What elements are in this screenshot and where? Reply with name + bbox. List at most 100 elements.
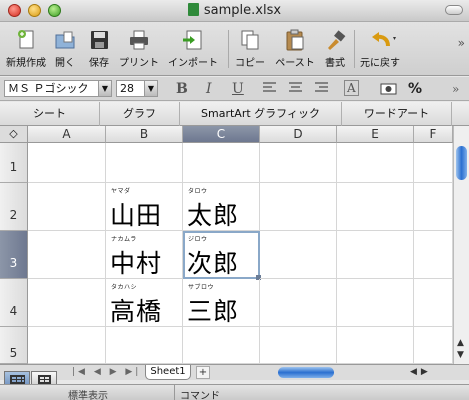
- furigana: ヤマダ: [111, 188, 131, 195]
- cell-a5[interactable]: [28, 327, 106, 364]
- row-header-3[interactable]: 3: [0, 231, 28, 279]
- cell-f3[interactable]: [414, 231, 453, 279]
- toolbar-overflow-icon[interactable]: »: [458, 36, 465, 50]
- font-name-select[interactable]: ＭＳ Ｐゴシック ▼: [4, 80, 112, 97]
- select-all-corner[interactable]: ◇: [0, 126, 28, 143]
- cell-value: 山田: [110, 201, 163, 230]
- cell-c4[interactable]: サブロウ 三郎: [183, 279, 260, 327]
- cell-b5[interactable]: [106, 327, 183, 364]
- font-size-select[interactable]: 28 ▼: [116, 80, 158, 97]
- print-button[interactable]: プリント: [116, 24, 162, 69]
- cell-a4[interactable]: [28, 279, 106, 327]
- sheet-tab-bar: |◀ ◀ ▶ ▶| Sheet1 + ◀▶: [0, 364, 469, 380]
- align-left-icon[interactable]: [262, 81, 278, 99]
- cell-f2[interactable]: [414, 183, 453, 231]
- cell-f4[interactable]: [414, 279, 453, 327]
- cell-e5[interactable]: [337, 327, 414, 364]
- paste-button[interactable]: ペースト: [272, 24, 318, 69]
- percent-button[interactable]: %: [408, 81, 422, 97]
- column-header-b[interactable]: B: [106, 126, 183, 143]
- sheet-tab-sheet1[interactable]: Sheet1: [145, 365, 191, 380]
- cell-d3[interactable]: [260, 231, 337, 279]
- new-document-button[interactable]: 新規作成: [4, 24, 48, 69]
- cell-c5[interactable]: [183, 327, 260, 364]
- tab-smartart[interactable]: SmartArt グラフィック: [180, 102, 342, 126]
- horizontal-scroll-arrows-icon[interactable]: ◀▶: [410, 367, 432, 377]
- view-mode-label: 標準表示: [68, 391, 108, 400]
- cell-b4[interactable]: タカハシ 高橋: [106, 279, 183, 327]
- standard-toolbar: 新規作成 開く 保存 プリント インポート コピー ペースト 書式 元に戻す »: [0, 22, 469, 76]
- tab-chart[interactable]: グラフ: [100, 102, 180, 126]
- cell-f1[interactable]: [414, 143, 453, 183]
- underline-button[interactable]: U: [232, 81, 244, 97]
- cell-d2[interactable]: [260, 183, 337, 231]
- cell-d5[interactable]: [260, 327, 337, 364]
- cell-a2[interactable]: [28, 183, 106, 231]
- currency-format-icon[interactable]: [380, 81, 398, 101]
- bold-button[interactable]: B: [176, 81, 188, 97]
- furigana: タカハシ: [111, 284, 138, 291]
- cell-value: 中村: [110, 249, 163, 278]
- undo-button[interactable]: 元に戻す: [356, 24, 404, 69]
- align-right-icon[interactable]: [314, 81, 330, 99]
- status-divider: [174, 385, 175, 400]
- italic-button[interactable]: I: [206, 81, 212, 97]
- cell-e1[interactable]: [337, 143, 414, 183]
- window-title: sample.xlsx: [0, 3, 469, 18]
- cell-b1[interactable]: [106, 143, 183, 183]
- page-layout-icon: [38, 375, 51, 384]
- cell-e2[interactable]: [337, 183, 414, 231]
- tab-sheet[interactable]: シート: [0, 102, 100, 126]
- cell-value: 高橋: [110, 297, 163, 326]
- cell-d4[interactable]: [260, 279, 337, 327]
- cell-c3-active[interactable]: ジロウ 次郎: [183, 231, 261, 280]
- new-document-icon: [14, 28, 38, 52]
- copy-button[interactable]: コピー: [232, 24, 268, 69]
- vertical-scrollbar[interactable]: ▲ ▼: [453, 126, 469, 364]
- chevron-down-icon[interactable]: ▼: [98, 81, 111, 96]
- row-header-4[interactable]: 4: [0, 279, 28, 327]
- cell-e4[interactable]: [337, 279, 414, 327]
- toolbar-separator: [354, 30, 355, 68]
- cell-f5[interactable]: [414, 327, 453, 364]
- column-header-d[interactable]: D: [260, 126, 337, 143]
- add-sheet-button[interactable]: +: [196, 366, 210, 379]
- cell-value: 三郎: [187, 297, 240, 326]
- format-brush-icon: [323, 28, 347, 52]
- cell-a1[interactable]: [28, 143, 106, 183]
- grid-view-icon: [10, 375, 25, 384]
- column-header-f[interactable]: F: [414, 126, 453, 143]
- furigana: タロウ: [188, 188, 208, 195]
- merge-center-icon[interactable]: A: [344, 80, 359, 96]
- cell-c2[interactable]: タロウ 太郎: [183, 183, 260, 231]
- row-header-5[interactable]: 5: [0, 327, 28, 364]
- column-header-a[interactable]: A: [28, 126, 106, 143]
- row-header-1[interactable]: 1: [0, 143, 28, 183]
- status-bar: 標準表示 コマンド: [0, 384, 469, 400]
- cell-b3[interactable]: ナカムラ 中村: [106, 231, 183, 279]
- toolbar-toggle-button[interactable]: [445, 5, 463, 15]
- horizontal-scroll-thumb[interactable]: [278, 367, 334, 378]
- open-button[interactable]: 開く: [50, 24, 80, 69]
- import-button[interactable]: インポート: [164, 24, 222, 69]
- scroll-up-icon[interactable]: ▲: [457, 338, 464, 348]
- format-painter-button[interactable]: 書式: [320, 24, 350, 69]
- column-header-c[interactable]: C: [183, 126, 260, 143]
- cell-d1[interactable]: [260, 143, 337, 183]
- column-header-e[interactable]: E: [337, 126, 414, 143]
- cell-b2[interactable]: ヤマダ 山田: [106, 183, 183, 231]
- cell-a3[interactable]: [28, 231, 106, 279]
- cell-e3[interactable]: [337, 231, 414, 279]
- save-button[interactable]: 保存: [84, 24, 114, 69]
- vertical-scroll-thumb[interactable]: [456, 146, 467, 180]
- chevron-down-icon[interactable]: ▼: [144, 81, 157, 96]
- align-center-icon[interactable]: [288, 81, 304, 99]
- tab-wordart[interactable]: ワードアート: [342, 102, 452, 126]
- cell-c1[interactable]: [183, 143, 260, 183]
- sheet-navigation-icon[interactable]: |◀ ◀ ▶ ▶|: [72, 367, 141, 377]
- toolbar-overflow-icon[interactable]: »: [452, 82, 459, 96]
- row-header-2[interactable]: 2: [0, 183, 28, 231]
- spreadsheet-grid[interactable]: ◇ A B C D E F 1 2 3 4 5 ヤマダ 山田 タロウ 太郎 ナカ…: [0, 126, 453, 364]
- scroll-down-icon[interactable]: ▼: [457, 350, 464, 360]
- toolbar-separator: [228, 30, 229, 68]
